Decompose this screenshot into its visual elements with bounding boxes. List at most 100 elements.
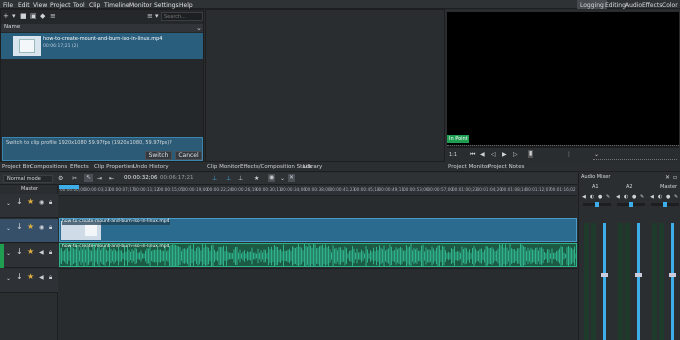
filter-icon[interactable]: ▾ bbox=[155, 12, 159, 20]
tab-undo-history[interactable]: Undo History bbox=[133, 163, 169, 171]
snap-icon[interactable]: ⚙ bbox=[58, 175, 63, 183]
collapse-icon[interactable]: ⌄ bbox=[6, 200, 11, 208]
collapse-icon[interactable]: ⌄ bbox=[6, 250, 11, 258]
spacer-tool-icon[interactable]: ⇥ bbox=[97, 175, 102, 183]
solo-icon[interactable]: ◐ bbox=[624, 193, 628, 201]
star-icon[interactable]: ★ bbox=[27, 198, 34, 206]
folder-icon[interactable]: ■ bbox=[20, 12, 27, 20]
insert-icon[interactable]: ⊥ bbox=[212, 175, 217, 183]
record-icon[interactable]: ● bbox=[632, 193, 636, 201]
select-tool-icon[interactable]: ↖ bbox=[84, 174, 94, 182]
pan-slider[interactable] bbox=[651, 202, 679, 207]
volume-slider[interactable] bbox=[635, 223, 642, 340]
settings-icon[interactable]: ✎ bbox=[640, 193, 644, 201]
speaker-icon[interactable]: ◀ bbox=[39, 274, 44, 282]
lock-icon[interactable]: 🔒︎ bbox=[49, 199, 52, 207]
tab-clip-monitor[interactable]: Clip Monitor bbox=[207, 163, 240, 171]
timeline-area[interactable]: 00:00:00;00 00:00:03;23 00:00:07;17 00:00:1… bbox=[59, 185, 577, 340]
split-icon[interactable]: ✕ bbox=[288, 174, 296, 182]
lift-icon[interactable]: ⊥ bbox=[238, 175, 243, 183]
lock-icon[interactable]: 🔒︎ bbox=[49, 224, 52, 232]
mute-icon[interactable]: ↓ bbox=[16, 248, 23, 256]
audio-clip[interactable]: how-to-create-mount-and-burn-iso-in-linu… bbox=[59, 243, 577, 267]
track-v2[interactable]: ⌄ ↓ ★ ◉ 🔒︎ bbox=[0, 194, 58, 218]
collapse-icon[interactable]: ⌄ bbox=[6, 275, 11, 283]
razor-icon[interactable]: ✂ bbox=[72, 175, 77, 183]
speaker-icon[interactable]: ◀ bbox=[616, 193, 620, 201]
slip-tool-icon[interactable]: ⇤ bbox=[109, 175, 114, 183]
view-mode-icon[interactable]: ≡ bbox=[147, 12, 153, 20]
close-icon[interactable]: ✕ bbox=[665, 174, 670, 182]
speaker-icon[interactable]: ◀ bbox=[650, 193, 654, 201]
menu-timeline[interactable]: Timeline bbox=[104, 2, 130, 9]
track-a1[interactable]: ⌄ ↓ ★ ◀ 🔒︎ bbox=[0, 244, 58, 268]
play-reverse-icon[interactable]: ◁ bbox=[491, 151, 496, 159]
menu-help[interactable]: Help bbox=[179, 2, 193, 9]
monitor-menu-icon[interactable]: ⋮ bbox=[566, 151, 572, 159]
tab-library[interactable]: Library bbox=[303, 163, 322, 171]
collapse-icon[interactable]: ⌄ bbox=[6, 225, 11, 233]
menu-settings[interactable]: Settings bbox=[154, 2, 179, 9]
speaker-icon[interactable]: ◀ bbox=[39, 249, 44, 257]
settings-icon[interactable]: ✎ bbox=[606, 193, 610, 201]
edit-mode-select[interactable]: Normal mode bbox=[3, 175, 53, 183]
star-icon[interactable]: ★ bbox=[27, 273, 34, 281]
speaker-icon[interactable]: ◀ bbox=[582, 193, 586, 201]
menu-view[interactable]: View bbox=[33, 2, 47, 9]
zoom-slider[interactable] bbox=[593, 159, 677, 161]
overwrite-icon[interactable]: ⊥ bbox=[226, 175, 231, 183]
menu-tool[interactable]: Tool bbox=[73, 2, 85, 9]
solo-icon[interactable]: ◐ bbox=[658, 193, 662, 201]
tab-effects[interactable]: Effects bbox=[70, 163, 89, 171]
zone-bar[interactable] bbox=[59, 185, 79, 189]
name-column-header[interactable]: Name bbox=[4, 24, 20, 31]
mute-icon[interactable]: ↓ bbox=[16, 198, 23, 206]
tab-project-notes[interactable]: Project Notes bbox=[488, 163, 524, 171]
star-icon[interactable]: ★ bbox=[27, 248, 34, 256]
menu-monitor[interactable]: Monitor bbox=[129, 2, 152, 9]
mute-icon[interactable]: ↓ bbox=[16, 273, 23, 281]
record-icon[interactable]: ● bbox=[666, 193, 670, 201]
track-a2[interactable]: ⌄ ↓ ★ ◀ 🔒︎ bbox=[0, 269, 58, 293]
play-icon[interactable]: ▶ bbox=[502, 151, 507, 159]
solo-icon[interactable]: ◐ bbox=[590, 193, 594, 201]
record-icon[interactable]: ● bbox=[598, 193, 602, 201]
cancel-button[interactable]: Cancel bbox=[175, 151, 202, 160]
zoom-level[interactable]: 1:1 bbox=[449, 153, 457, 158]
delete-icon[interactable]: ▣ bbox=[30, 12, 37, 20]
pan-slider[interactable] bbox=[617, 202, 645, 207]
menu-edit[interactable]: Edit bbox=[18, 2, 30, 9]
fullscreen-icon[interactable]: ▮ bbox=[528, 150, 534, 158]
workspace-color[interactable]: Color bbox=[659, 0, 680, 9]
video-clip[interactable]: how-to-create-mount-and-burn-iso-in-linu… bbox=[59, 218, 577, 242]
rewind-icon[interactable]: ⏮ bbox=[470, 151, 475, 159]
track-v1[interactable]: ⌄ ↓ ★ ◉ 🔒︎ bbox=[0, 219, 58, 243]
eye-icon[interactable]: ◉ bbox=[39, 199, 44, 207]
tab-clip-properties[interactable]: Clip Properties bbox=[94, 163, 134, 171]
chevron-down-icon[interactable]: ⌄ bbox=[196, 24, 202, 32]
chevron-down-icon[interactable]: ⌄ bbox=[280, 175, 285, 183]
lock-icon[interactable]: 🔒︎ bbox=[49, 249, 52, 257]
volume-slider[interactable] bbox=[669, 223, 676, 340]
next-icon[interactable]: ▷ bbox=[513, 151, 518, 159]
timeline-ruler[interactable]: 00:00:00;00 00:00:03;23 00:00:07;17 00:00:1… bbox=[59, 186, 577, 196]
timecode[interactable]: 00:00:32;06 bbox=[124, 175, 158, 182]
tab-project-monitor[interactable]: Project Monitor bbox=[448, 163, 489, 171]
star-icon[interactable]: ★ bbox=[27, 223, 34, 231]
search-input[interactable]: Search... bbox=[161, 12, 203, 21]
volume-slider[interactable] bbox=[601, 223, 608, 340]
eye-icon[interactable]: ◉ bbox=[39, 224, 44, 232]
previous-icon[interactable]: ◀ bbox=[480, 151, 485, 159]
pan-slider[interactable] bbox=[583, 202, 611, 207]
mute-icon[interactable]: ↓ bbox=[16, 223, 23, 231]
lock-icon[interactable]: 🔒︎ bbox=[49, 274, 52, 282]
preview-icon[interactable]: ◉ bbox=[268, 174, 276, 182]
settings-icon[interactable]: ✎ bbox=[674, 193, 678, 201]
menu-clip[interactable]: Clip bbox=[89, 2, 100, 9]
menu-file[interactable]: File bbox=[3, 2, 13, 9]
switch-button[interactable]: Switch bbox=[145, 151, 172, 160]
float-icon[interactable]: ▫ bbox=[673, 174, 677, 182]
menu-project[interactable]: Project bbox=[50, 2, 71, 9]
monitor-ruler[interactable] bbox=[447, 145, 679, 148]
bin-clip-item[interactable]: how-to-create-mount-and-burn-iso-in-linu… bbox=[1, 33, 203, 59]
